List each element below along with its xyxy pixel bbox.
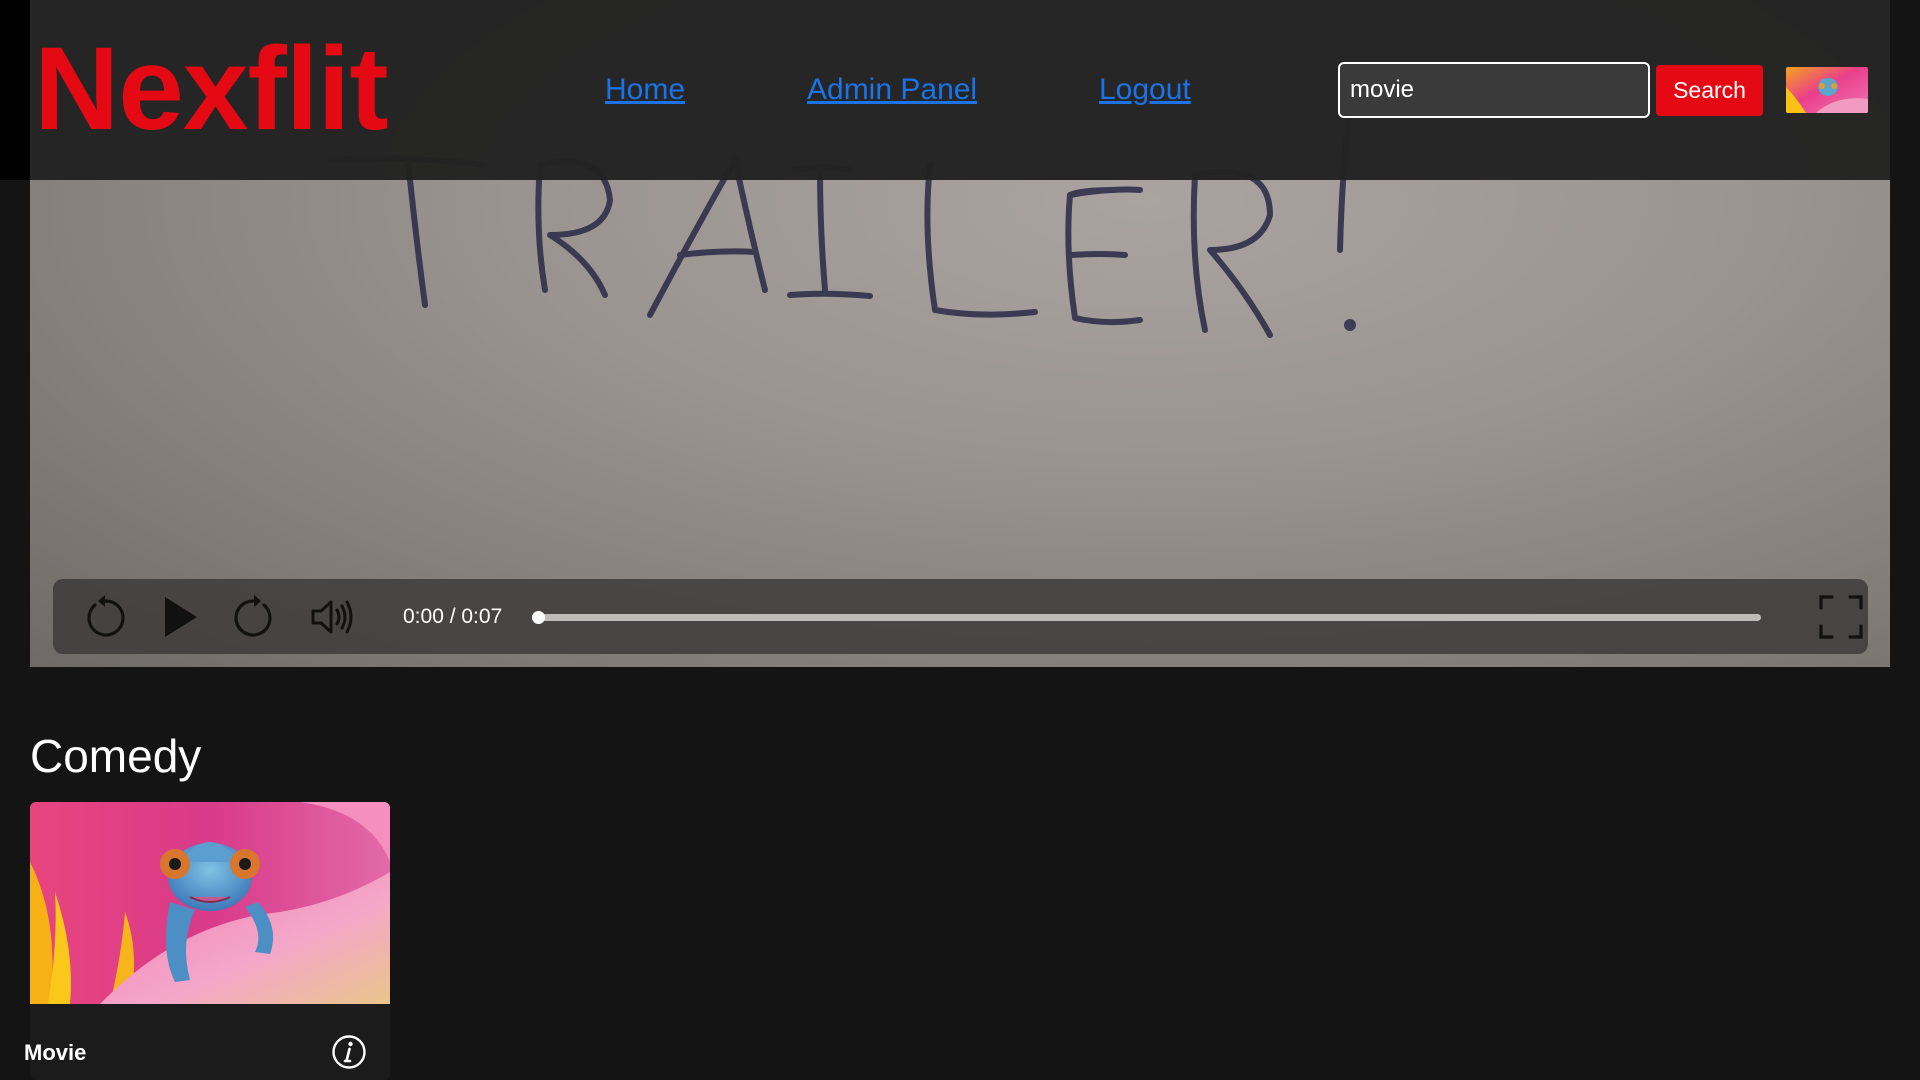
info-icon[interactable] [331,1034,367,1070]
nav-logout-link[interactable]: Logout [1099,72,1191,108]
movie-card-title: Movie [24,1040,87,1065]
volume-icon[interactable] [309,593,357,641]
nav-admin-panel-link[interactable]: Admin Panel [807,72,977,108]
rewind-icon[interactable] [81,593,129,641]
chameleon-avatar-icon[interactable] [1786,67,1868,113]
forward-icon[interactable] [230,593,278,641]
video-controls: 0:00 / 0:07 [53,579,1868,654]
progress-bar[interactable] [532,611,1761,624]
progress-thumb[interactable] [532,611,545,624]
search-input[interactable] [1338,62,1650,118]
search-button[interactable]: Search [1656,65,1763,116]
logo[interactable]: Nexflit [34,26,389,152]
navbar-edge [0,0,30,180]
page: 0:00 / 0:07 Nexflit Home Admin Panel Log… [0,0,1920,1080]
nav-home-link[interactable]: Home [605,72,685,108]
time-display: 0:00 / 0:07 [403,605,503,628]
row-title: Comedy [30,730,202,782]
fullscreen-icon[interactable] [1818,594,1864,640]
play-icon[interactable] [155,593,203,641]
movie-thumbnail[interactable] [30,802,390,1004]
top-navbar: Nexflit Home Admin Panel Logout Search [0,0,1890,180]
